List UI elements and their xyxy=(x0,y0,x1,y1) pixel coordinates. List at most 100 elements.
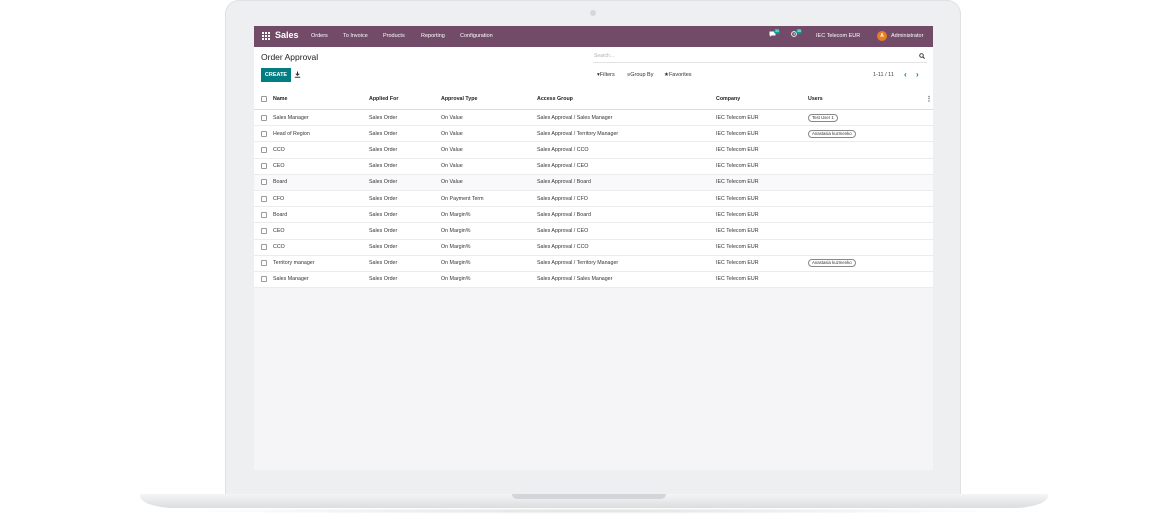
cell-access-group: Sales Approval / Sales Manager xyxy=(537,114,613,121)
search-input[interactable]: Search... xyxy=(593,52,927,63)
pager-value[interactable]: 1-11 / 11 xyxy=(873,72,894,78)
cell-company: IEC Telecom EUR xyxy=(716,146,759,153)
table-row[interactable]: CCO Sales Order On Value Sales Approval / C… xyxy=(254,142,933,159)
cell-approval-type: On Value xyxy=(441,179,463,186)
table-row[interactable]: CEO Sales Order On Margin% Sales Approval /… xyxy=(254,223,933,240)
cell-company: IEC Telecom EUR xyxy=(716,260,759,267)
avatar[interactable]: A xyxy=(877,31,887,41)
column-header-name[interactable]: Name xyxy=(273,96,287,102)
row-checkbox[interactable] xyxy=(261,244,267,251)
cell-name: CCO xyxy=(273,244,285,251)
group-by-label: Group By xyxy=(630,72,654,78)
cell-name: Territory manager xyxy=(273,260,315,267)
cell-name: CFO xyxy=(273,195,285,202)
favorites-label: Favorites xyxy=(668,72,692,78)
cell-access-group: Sales Approval / Sales Manager xyxy=(537,276,613,283)
select-all-checkbox[interactable] xyxy=(261,96,267,102)
cell-company: IEC Telecom EUR xyxy=(716,163,759,170)
cell-approval-type: On Value xyxy=(441,114,463,121)
row-checkbox[interactable] xyxy=(261,163,267,170)
cell-name: Sales Manager xyxy=(273,114,309,121)
favorites-button[interactable]: ★Favorites xyxy=(664,72,692,78)
cell-name: Board xyxy=(273,211,288,218)
company-switcher[interactable]: IEC Telecom EUR xyxy=(816,33,860,39)
cell-name: CEO xyxy=(273,227,285,234)
row-checkbox[interactable] xyxy=(261,114,267,121)
user-tag[interactable]: Test User 1 xyxy=(808,113,838,122)
row-checkbox[interactable] xyxy=(261,211,267,218)
chat-icon[interactable]: 30 xyxy=(769,29,780,39)
menu-orders[interactable]: Orders xyxy=(311,33,328,39)
table-row[interactable]: CCO Sales Order On Margin% Sales Approval /… xyxy=(254,240,933,256)
cell-approval-type: On Margin% xyxy=(441,211,471,218)
menu-to-invoice[interactable]: To Invoice xyxy=(343,33,368,39)
table-row[interactable]: CFO Sales Order On Payment Term Sales Appro… xyxy=(254,191,933,208)
cell-users: Test User 1 xyxy=(808,113,838,122)
cell-company: IEC Telecom EUR xyxy=(716,276,759,283)
pager-next-icon[interactable]: › xyxy=(916,70,919,79)
table-row[interactable]: Sales Manager Sales Order On Margin% Sales … xyxy=(254,272,933,289)
menu-products[interactable]: Products xyxy=(383,33,405,39)
menu-reporting[interactable]: Reporting xyxy=(421,33,445,39)
table-row[interactable]: Board Sales Order On Value Sales Approval /… xyxy=(254,174,933,191)
control-panel: Order Approval Search... CREATE ▾Filters… xyxy=(254,47,933,89)
column-header-company[interactable]: Company xyxy=(716,96,740,102)
activity-clock-icon[interactable]: 38 xyxy=(791,29,802,39)
search-icon[interactable] xyxy=(919,53,925,59)
table-row[interactable]: Territory manager Sales Order On Margin% Sa… xyxy=(254,256,933,272)
cell-access-group: Sales Approval / CEO xyxy=(537,163,589,170)
cell-company: IEC Telecom EUR xyxy=(716,244,759,251)
cell-access-group: Sales Approval / CEO xyxy=(537,227,589,234)
cell-company: IEC Telecom EUR xyxy=(716,179,759,186)
create-button[interactable]: CREATE xyxy=(261,68,291,82)
column-header-approval-type[interactable]: Approval Type xyxy=(441,96,477,102)
user-menu[interactable]: Administrator xyxy=(891,33,923,39)
row-checkbox[interactable] xyxy=(261,276,267,283)
cell-access-group: Sales Approval / Territory Manager xyxy=(537,260,619,267)
cell-access-group: Sales Approval / CFO xyxy=(537,195,588,202)
cell-applied-for: Sales Order xyxy=(369,146,398,153)
column-header-applied-for[interactable]: Applied For xyxy=(369,96,398,102)
table-row[interactable]: Board Sales Order On Margin% Sales Approval… xyxy=(254,207,933,224)
laptop-notch xyxy=(512,494,666,499)
optional-columns-icon[interactable]: ⋮ xyxy=(926,96,932,103)
filters-label: Filters xyxy=(599,72,615,78)
table-row[interactable]: Sales Manager Sales Order On Value Sales Ap… xyxy=(254,110,933,127)
page-title: Order Approval xyxy=(261,52,319,62)
cell-applied-for: Sales Order xyxy=(369,244,398,251)
apps-menu-icon[interactable] xyxy=(262,32,270,40)
cell-applied-for: Sales Order xyxy=(369,130,398,137)
menu-configuration[interactable]: Configuration xyxy=(460,33,493,39)
row-checkbox[interactable] xyxy=(261,260,267,267)
table-row[interactable]: CEO Sales Order On Value Sales Approval / C… xyxy=(254,159,933,175)
row-checkbox[interactable] xyxy=(261,179,267,186)
table-row[interactable]: Head of Region Sales Order On Value Sales A… xyxy=(254,126,933,143)
column-header-access-group[interactable]: Access Group xyxy=(537,96,573,102)
cell-applied-for: Sales Order xyxy=(369,276,398,283)
row-checkbox[interactable] xyxy=(261,146,267,153)
cell-applied-for: Sales Order xyxy=(369,227,398,234)
cell-applied-for: Sales Order xyxy=(369,114,398,121)
cell-access-group: Sales Approval / Board xyxy=(537,179,591,186)
column-header-users[interactable]: Users xyxy=(808,96,823,102)
user-tag[interactable]: Anastasia kuzmenko xyxy=(808,129,856,138)
user-tag[interactable]: Anastasia kuzmenko xyxy=(808,259,856,268)
top-navbar: Sales Orders To Invoice Products Reporti… xyxy=(254,26,933,47)
cell-approval-type: On Value xyxy=(441,146,463,153)
row-checkbox[interactable] xyxy=(261,130,267,137)
cell-access-group: Sales Approval / Territory Manager xyxy=(537,130,619,137)
app-brand[interactable]: Sales xyxy=(275,30,299,40)
row-checkbox[interactable] xyxy=(261,195,267,202)
search-placeholder: Search... xyxy=(594,53,615,59)
group-by-button[interactable]: ≡Group By xyxy=(627,72,653,78)
row-checkbox[interactable] xyxy=(261,227,267,234)
filters-button[interactable]: ▾Filters xyxy=(597,72,615,78)
cell-company: IEC Telecom EUR xyxy=(716,114,759,121)
cell-approval-type: On Margin% xyxy=(441,227,471,234)
cell-approval-type: On Value xyxy=(441,130,463,137)
chat-count-badge: 30 xyxy=(774,29,780,34)
cell-name: CCO xyxy=(273,146,285,153)
pager-previous-icon[interactable]: ‹ xyxy=(904,70,907,79)
cell-name: CEO xyxy=(273,163,285,170)
download-icon[interactable] xyxy=(294,71,301,78)
